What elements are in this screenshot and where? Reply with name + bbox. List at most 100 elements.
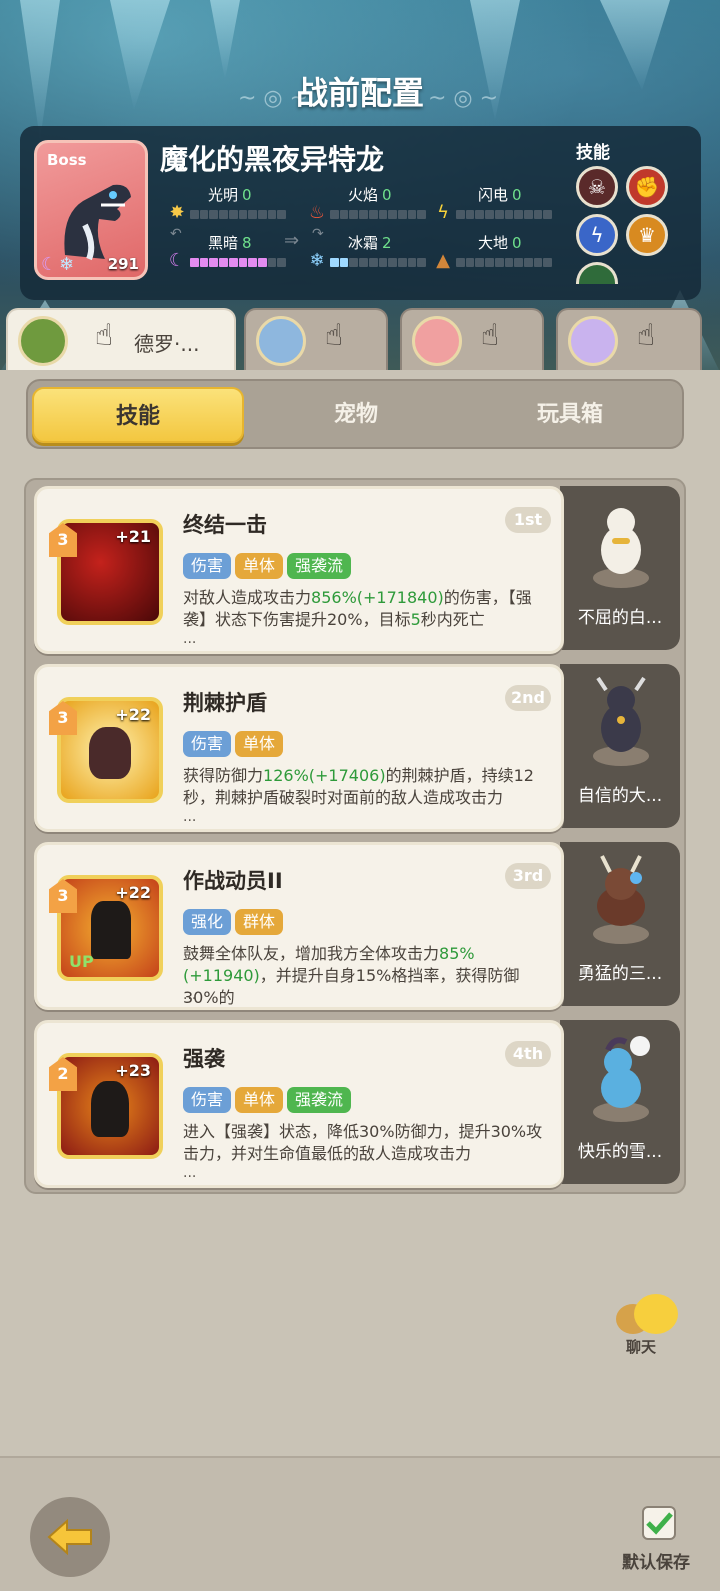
stat-bar-segment — [349, 258, 359, 267]
stat-bar-segment — [475, 258, 485, 267]
stat-bar-segment — [378, 210, 388, 219]
tap-hand-icon: ☝ — [94, 318, 114, 353]
stat-bar-segment — [543, 258, 553, 267]
pet-name: 快乐的雪... — [577, 1142, 663, 1162]
stat-bar-segment — [388, 258, 397, 267]
default-save-label: 默认保存 — [622, 1553, 690, 1573]
tag: 强袭流 — [287, 1087, 352, 1113]
stat-bar-segment — [359, 210, 368, 219]
tap-hand-icon: ☝ — [324, 318, 344, 353]
hero-tab-1[interactable]: ☝ 德罗·... — [6, 308, 236, 370]
cycle-arrow-icon: ↶ — [170, 226, 182, 242]
boss-skills-label: 技能 — [576, 143, 610, 163]
stat-bar — [456, 210, 553, 219]
stat-bar-segment — [475, 210, 485, 219]
stat-bar-segment — [277, 210, 287, 219]
skill-card-3[interactable]: +22 UP 3 作战动员II 3rd 强化 群体 鼓舞全体队友，增加我方全体攻… — [34, 842, 564, 1010]
skill-tags: 强化 群体 — [183, 909, 284, 935]
stat-bar-segment — [485, 210, 494, 219]
stat-bar-segment — [238, 258, 248, 267]
stat-bar-segment — [514, 258, 523, 267]
stat-bar-segment — [277, 258, 287, 267]
snowflake-icon: ❄ — [309, 250, 325, 271]
up-arrow-icon: UP — [69, 952, 94, 971]
boss-skill-bite-icon[interactable]: ☠ — [576, 166, 618, 208]
tab-toybox[interactable]: 玩具箱 — [464, 387, 676, 443]
stat-bar-segment — [257, 258, 267, 267]
stat-bar-segment — [397, 258, 407, 267]
stat-bar — [456, 258, 553, 267]
skill-tags: 伤害 单体 强袭流 — [183, 553, 352, 579]
stat-bar-segment — [248, 210, 257, 219]
boss-portrait[interactable]: Boss ☾ ❄ 291 — [34, 140, 148, 280]
stat-bar-segment — [248, 258, 257, 267]
stat-bar-segment — [209, 210, 219, 219]
boss-skill-shell-icon[interactable] — [576, 262, 618, 284]
hero-tab-2[interactable]: ☝ — [244, 308, 388, 370]
stat-bar-segment — [388, 210, 397, 219]
chat-button[interactable]: 聊天 — [616, 1294, 686, 1364]
boss-level: 291 — [107, 255, 139, 273]
skill-tags: 伤害 单体 强袭流 — [183, 1087, 352, 1113]
more-ellipsis: ... — [183, 809, 197, 825]
pet-slot-2[interactable]: 自信的大... — [560, 664, 680, 828]
tab-pets[interactable]: 宠物 — [250, 387, 462, 443]
skill-card-4[interactable]: +23 2 强袭 4th 伤害 单体 强袭流 进入【强袭】状态，降低30%防御力… — [34, 1020, 564, 1188]
pet-slot-3[interactable]: 勇猛的三... — [560, 842, 680, 1006]
sun-icon: ✸ — [169, 202, 185, 223]
skill-card-1[interactable]: +21 3 终结一击 1st 伤害 单体 强袭流 对敌人造成攻击力856%(+1… — [34, 486, 564, 654]
tag: 单体 — [235, 553, 284, 579]
more-ellipsis: ... — [183, 1165, 197, 1181]
mountain-icon: ▲ — [436, 250, 450, 271]
more-ellipsis: ... — [183, 631, 197, 647]
stat-bar-segment — [465, 258, 475, 267]
tag: 单体 — [235, 1087, 284, 1113]
dinosaur-portrait-icon — [64, 184, 131, 261]
ox-pet-icon — [593, 676, 649, 766]
stat-bar-segment — [219, 258, 228, 267]
cycle-arrow-icon: ↷ — [312, 226, 324, 242]
boss-skill-lightning-icon[interactable]: ϟ — [576, 214, 618, 256]
pet-name: 不屈的白... — [577, 608, 663, 628]
stat-bar-segment — [209, 258, 219, 267]
stat-bar-segment — [407, 258, 417, 267]
boss-skill-claw-icon[interactable]: ✊ — [626, 166, 668, 208]
default-save-checkbox[interactable] — [642, 1506, 676, 1540]
stat-lightning: 闪电 0 ϟ — [432, 184, 562, 224]
stat-bar-segment — [267, 210, 277, 219]
boss-skill-crown-icon[interactable]: ♛ — [626, 214, 668, 256]
stat-fire: 火焰 0 ♨ — [306, 184, 436, 224]
stat-bar-segment — [339, 258, 349, 267]
skill-description: 进入【强袭】状态，降低30%防御力，提升30%攻击力，并对生命值最低的敌人造成攻… — [183, 1122, 543, 1163]
hero-avatar — [18, 316, 68, 366]
chat-label: 聊天 — [626, 1338, 657, 1356]
stat-bar-segment — [407, 210, 417, 219]
pet-slot-4[interactable]: 快乐的雪... — [560, 1020, 680, 1184]
checkmark-icon — [646, 1512, 673, 1535]
hero-tab-4[interactable]: ☝ — [556, 308, 702, 370]
skill-card-2[interactable]: +22 3 荆棘护盾 2nd 伤害 单体 获得防御力126%(+17406)的荆… — [34, 664, 564, 832]
hero-tab-3[interactable]: ☝ — [400, 308, 544, 370]
skill-name: 终结一击 — [183, 513, 267, 537]
moon-element-icon: ☾ — [41, 254, 58, 275]
hero-avatar — [256, 316, 306, 366]
skill-name: 作战动员II — [183, 869, 283, 893]
pet-slot-1[interactable]: 不屈的白... — [560, 486, 680, 650]
stat-bar-segment — [199, 210, 209, 219]
back-button[interactable] — [30, 1497, 110, 1577]
skill-rank: 2nd — [505, 685, 551, 711]
stat-bar-segment — [397, 210, 407, 219]
boss-name: 魔化的黑夜异特龙 — [160, 143, 385, 176]
tab-skills[interactable]: 技能 — [32, 387, 244, 443]
tag: 群体 — [235, 909, 284, 935]
hero-name: 德罗·... — [134, 332, 200, 356]
skill-rank: 1st — [505, 507, 551, 533]
stat-bar-segment — [523, 258, 533, 267]
stat-bar-segment — [514, 210, 523, 219]
stat-bar-segment — [456, 210, 465, 219]
snow-seal-pet-icon — [593, 1036, 650, 1122]
stat-bar-segment — [543, 210, 553, 219]
stat-bar-segment — [349, 210, 359, 219]
stat-frost: 冰霜 2 ❄ — [306, 232, 436, 272]
tag: 强化 — [183, 909, 232, 935]
